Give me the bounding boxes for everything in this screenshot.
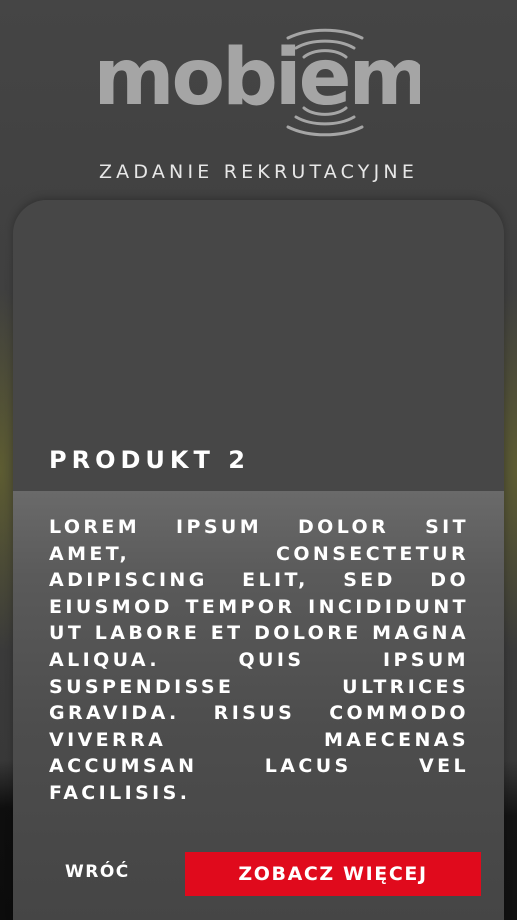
mobiem-logo: mobiem xyxy=(100,28,420,137)
product-card: PRODUKT 2 LOREM IPSUM DOLOR SIT AMET, CO… xyxy=(13,200,504,920)
page-header: mobiem ZADANIE REKRUTACYJNE xyxy=(0,0,517,200)
see-more-button[interactable]: ZOBACZ WIĘCEJ xyxy=(185,852,481,896)
back-button[interactable]: WRÓĆ xyxy=(65,862,130,882)
page-subtitle: ZADANIE REKRUTACYJNE xyxy=(98,161,419,183)
logo-wordmark: mobiem xyxy=(100,33,420,123)
product-title: PRODUKT 2 xyxy=(49,446,250,474)
product-description: LOREM IPSUM DOLOR SIT AMET, CONSECTETUR … xyxy=(49,516,469,804)
